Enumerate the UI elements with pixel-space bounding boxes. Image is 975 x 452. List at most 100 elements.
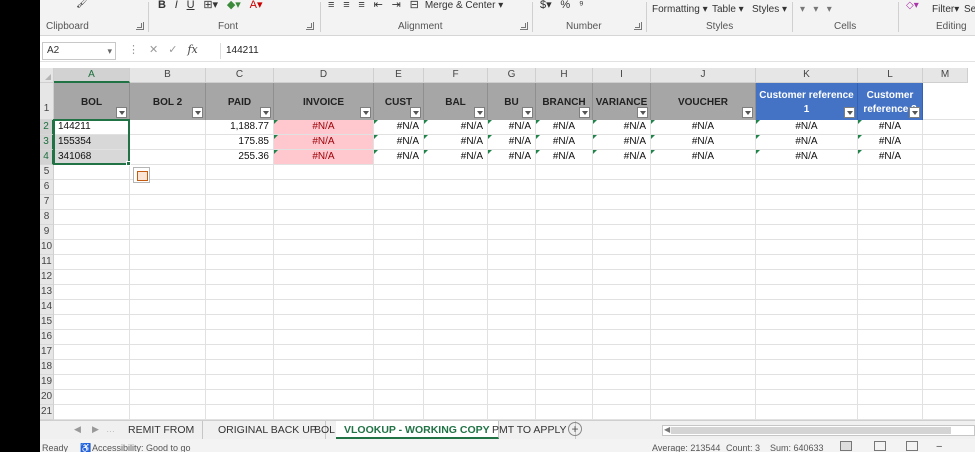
column-header-l[interactable]: L bbox=[858, 68, 923, 83]
cell-i4[interactable]: #N/A bbox=[593, 150, 650, 164]
worksheet-grid[interactable]: ABCDEFGHIJKLM 1 2 3 4 5 6 7 8 9 10 11 12 13 14 15 16 17 1… bbox=[40, 68, 975, 420]
align-center-icon[interactable]: ≡ bbox=[343, 0, 349, 11]
comma-style-icon[interactable]: ⁹ bbox=[579, 0, 584, 11]
insert-function-icon[interactable]: fx bbox=[187, 43, 197, 56]
next-sheet-icon[interactable]: ▶ bbox=[92, 424, 99, 435]
cell-g4[interactable]: #N/A bbox=[488, 150, 535, 164]
cell-j2[interactable]: #N/A bbox=[651, 120, 755, 134]
row-header-19[interactable]: 19 bbox=[40, 375, 54, 390]
row-header-21[interactable]: 21 bbox=[40, 405, 54, 420]
fill-color-icon[interactable]: ◆▾ bbox=[227, 0, 241, 11]
format-as-table-button[interactable]: Table ▾ bbox=[712, 4, 744, 18]
conditional-formatting-button[interactable]: Formatting ▾ bbox=[652, 4, 708, 18]
column-header-f[interactable]: F bbox=[424, 68, 488, 83]
filter-dropdown-icon[interactable] bbox=[522, 107, 533, 118]
row-header-18[interactable]: 18 bbox=[40, 360, 54, 375]
font-launcher-icon[interactable] bbox=[306, 22, 314, 30]
row-header-4[interactable]: 4 bbox=[40, 150, 54, 165]
clear-icon[interactable]: ◇▾ bbox=[906, 0, 919, 14]
header-cell-d[interactable]: INVOICE bbox=[274, 83, 374, 120]
filter-dropdown-icon[interactable] bbox=[116, 107, 127, 118]
column-header-k[interactable]: K bbox=[756, 68, 858, 83]
filter-dropdown-icon[interactable] bbox=[192, 107, 203, 118]
filter-dropdown-icon[interactable] bbox=[742, 107, 753, 118]
cells-buttons[interactable]: ▾ ▾ ▾ bbox=[800, 4, 832, 18]
header-cell-f[interactable]: BAL bbox=[424, 83, 488, 120]
column-header-c[interactable]: C bbox=[206, 68, 274, 83]
percent-icon[interactable]: % bbox=[560, 0, 570, 11]
zoom-out-icon[interactable]: − bbox=[936, 441, 942, 452]
cell-b3[interactable] bbox=[130, 135, 205, 149]
borders-icon[interactable]: ⊞▾ bbox=[203, 0, 218, 11]
enter-icon[interactable]: ✓ bbox=[168, 44, 187, 56]
row-header-2[interactable]: 2 bbox=[40, 120, 54, 135]
column-header-g[interactable]: G bbox=[488, 68, 536, 83]
cell-l2[interactable]: #N/A bbox=[858, 120, 922, 134]
column-header-b[interactable]: B bbox=[130, 68, 206, 83]
row-header-20[interactable]: 20 bbox=[40, 390, 54, 405]
filter-dropdown-icon[interactable] bbox=[360, 107, 371, 118]
merge-center-button[interactable]: Merge & Center bbox=[425, 0, 496, 11]
row-header-17[interactable]: 17 bbox=[40, 345, 54, 360]
cell-i3[interactable]: #N/A bbox=[593, 135, 650, 149]
cell-h3[interactable]: #N/A bbox=[536, 135, 592, 149]
underline-icon[interactable]: U bbox=[187, 0, 195, 11]
row-header-14[interactable]: 14 bbox=[40, 300, 54, 315]
cell-a4[interactable]: 341068 bbox=[54, 150, 129, 164]
cell-e2[interactable]: #N/A bbox=[374, 120, 423, 134]
row-header-13[interactable]: 13 bbox=[40, 285, 54, 300]
row-header-12[interactable]: 12 bbox=[40, 270, 54, 285]
merge-center-icon[interactable]: ⊟ bbox=[410, 0, 419, 11]
cell-k2[interactable]: #N/A bbox=[756, 120, 857, 134]
cell-k3[interactable]: #N/A bbox=[756, 135, 857, 149]
cell-c2[interactable]: 1,188.77 bbox=[206, 120, 273, 134]
cell-g2[interactable]: #N/A bbox=[488, 120, 535, 134]
cell-d4[interactable]: #N/A bbox=[274, 150, 373, 164]
cell-i2[interactable]: #N/A bbox=[593, 120, 650, 134]
header-cell-b[interactable]: BOL 2 bbox=[130, 83, 206, 120]
filter-dropdown-icon[interactable] bbox=[844, 107, 855, 118]
cell-b4[interactable] bbox=[130, 150, 205, 164]
row-header-6[interactable]: 6 bbox=[40, 180, 54, 195]
currency-icon[interactable]: $▾ bbox=[540, 0, 552, 11]
header-cell-c[interactable]: PAID bbox=[206, 83, 274, 120]
chevron-down-icon[interactable]: ▾ bbox=[498, 0, 503, 11]
header-cell-g[interactable]: BU bbox=[488, 83, 536, 120]
column-header-m[interactable]: M bbox=[923, 68, 968, 83]
row-header-8[interactable]: 8 bbox=[40, 210, 54, 225]
more-sheets-icon[interactable]: … bbox=[106, 424, 115, 434]
page-layout-view-button[interactable] bbox=[874, 441, 886, 451]
alignment-launcher-icon[interactable] bbox=[520, 22, 528, 30]
row-header-9[interactable]: 9 bbox=[40, 225, 54, 240]
row-header-7[interactable]: 7 bbox=[40, 195, 54, 210]
accessibility-status[interactable]: Accessibility: Good to go bbox=[92, 443, 191, 452]
horizontal-scrollbar[interactable]: ◀ bbox=[662, 425, 975, 436]
cell-c3[interactable]: 175.85 bbox=[206, 135, 273, 149]
new-sheet-button[interactable]: + bbox=[568, 422, 582, 436]
page-break-view-button[interactable] bbox=[906, 441, 918, 451]
sheet-tab-1[interactable]: REMIT FROM bbox=[120, 421, 204, 439]
header-cell-l[interactable]: Customer reference 2 bbox=[858, 83, 923, 120]
column-header-e[interactable]: E bbox=[374, 68, 424, 83]
sort-filter-button[interactable]: Filter▾ bbox=[932, 4, 959, 18]
cell-f3[interactable]: #N/A bbox=[424, 135, 487, 149]
quick-analysis-icon[interactable] bbox=[133, 167, 150, 183]
cell-f2[interactable]: #N/A bbox=[424, 120, 487, 134]
row-header-1[interactable]: 1 bbox=[40, 83, 54, 120]
clipboard-launcher-icon[interactable] bbox=[136, 22, 144, 30]
cell-styles-button[interactable]: Styles ▾ bbox=[752, 4, 787, 18]
cell-l4[interactable]: #N/A bbox=[858, 150, 922, 164]
header-cell-j[interactable]: VOUCHER bbox=[651, 83, 756, 120]
filter-dropdown-icon[interactable] bbox=[260, 107, 271, 118]
header-cell-k[interactable]: Customer reference 1 bbox=[756, 83, 858, 120]
row-header-15[interactable]: 15 bbox=[40, 315, 54, 330]
header-cell-e[interactable]: CUST bbox=[374, 83, 424, 120]
fill-handle[interactable] bbox=[126, 161, 131, 166]
find-select-button[interactable]: Select▾ bbox=[964, 4, 975, 18]
align-right-icon[interactable]: ≡ bbox=[358, 0, 364, 11]
italic-icon[interactable]: I bbox=[175, 0, 178, 11]
sheet-tab-4[interactable]: VLOOKUP - WORKING COPY bbox=[336, 421, 499, 439]
cell-k4[interactable]: #N/A bbox=[756, 150, 857, 164]
header-cell-i[interactable]: VARIANCE bbox=[593, 83, 651, 120]
cell-g3[interactable]: #N/A bbox=[488, 135, 535, 149]
